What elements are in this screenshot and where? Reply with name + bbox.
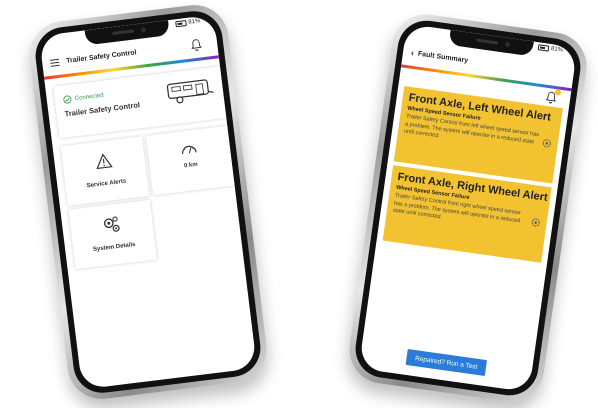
menu-icon[interactable] — [49, 58, 60, 67]
gear-icon — [531, 218, 540, 227]
battery-level: 81% — [550, 46, 564, 54]
service-alerts-tile[interactable]: Service Alerts — [60, 136, 150, 206]
trailer-icon — [166, 79, 214, 104]
left-phone: 81% Trailer Safety Control Connected Tra… — [25, 1, 271, 403]
battery-icon — [537, 44, 550, 52]
run-test-button[interactable]: Repaired? Run a Test — [405, 348, 488, 376]
odometer-value: 0 km — [183, 161, 199, 170]
left-phone-bezel: 81% Trailer Safety Control Connected Tra… — [32, 7, 264, 397]
back-chevron-icon[interactable]: ‹ — [410, 48, 414, 58]
connection-status: Connected — [74, 92, 105, 102]
battery-level: 81% — [188, 18, 201, 26]
bell-icon[interactable] — [188, 37, 204, 53]
notification-dot — [554, 89, 562, 96]
warning-icon — [96, 153, 113, 170]
connection-card[interactable]: Connected Trailer Safety Control — [53, 66, 227, 139]
battery-icon — [175, 20, 187, 28]
bell-with-badge[interactable] — [543, 89, 562, 106]
back-label[interactable]: Fault Summary — [418, 50, 469, 64]
app-title: Trailer Safety Control — [65, 48, 137, 65]
right-phone-screen: 81% ‹ Fault Summary Front Axle, Left Whe… — [358, 23, 578, 393]
left-phone-screen: 81% Trailer Safety Control Connected Tra… — [38, 14, 258, 390]
odometer-tile[interactable]: 0 km — [145, 125, 235, 196]
right-phone: 81% ‹ Fault Summary Front Axle, Left Whe… — [345, 10, 591, 406]
status-bar: 81% — [175, 18, 201, 28]
system-details-tile[interactable]: System Details — [68, 199, 158, 270]
right-phone-bezel: 81% ‹ Fault Summary Front Axle, Left Whe… — [351, 16, 585, 400]
check-circle-icon — [63, 95, 72, 104]
gauge-icon — [182, 145, 197, 154]
system-details-label: System Details — [92, 241, 136, 254]
gear-icon — [542, 139, 551, 148]
service-alerts-label: Service Alerts — [86, 178, 127, 190]
status-bar: 81% — [537, 44, 564, 54]
gears-icon — [103, 216, 120, 232]
